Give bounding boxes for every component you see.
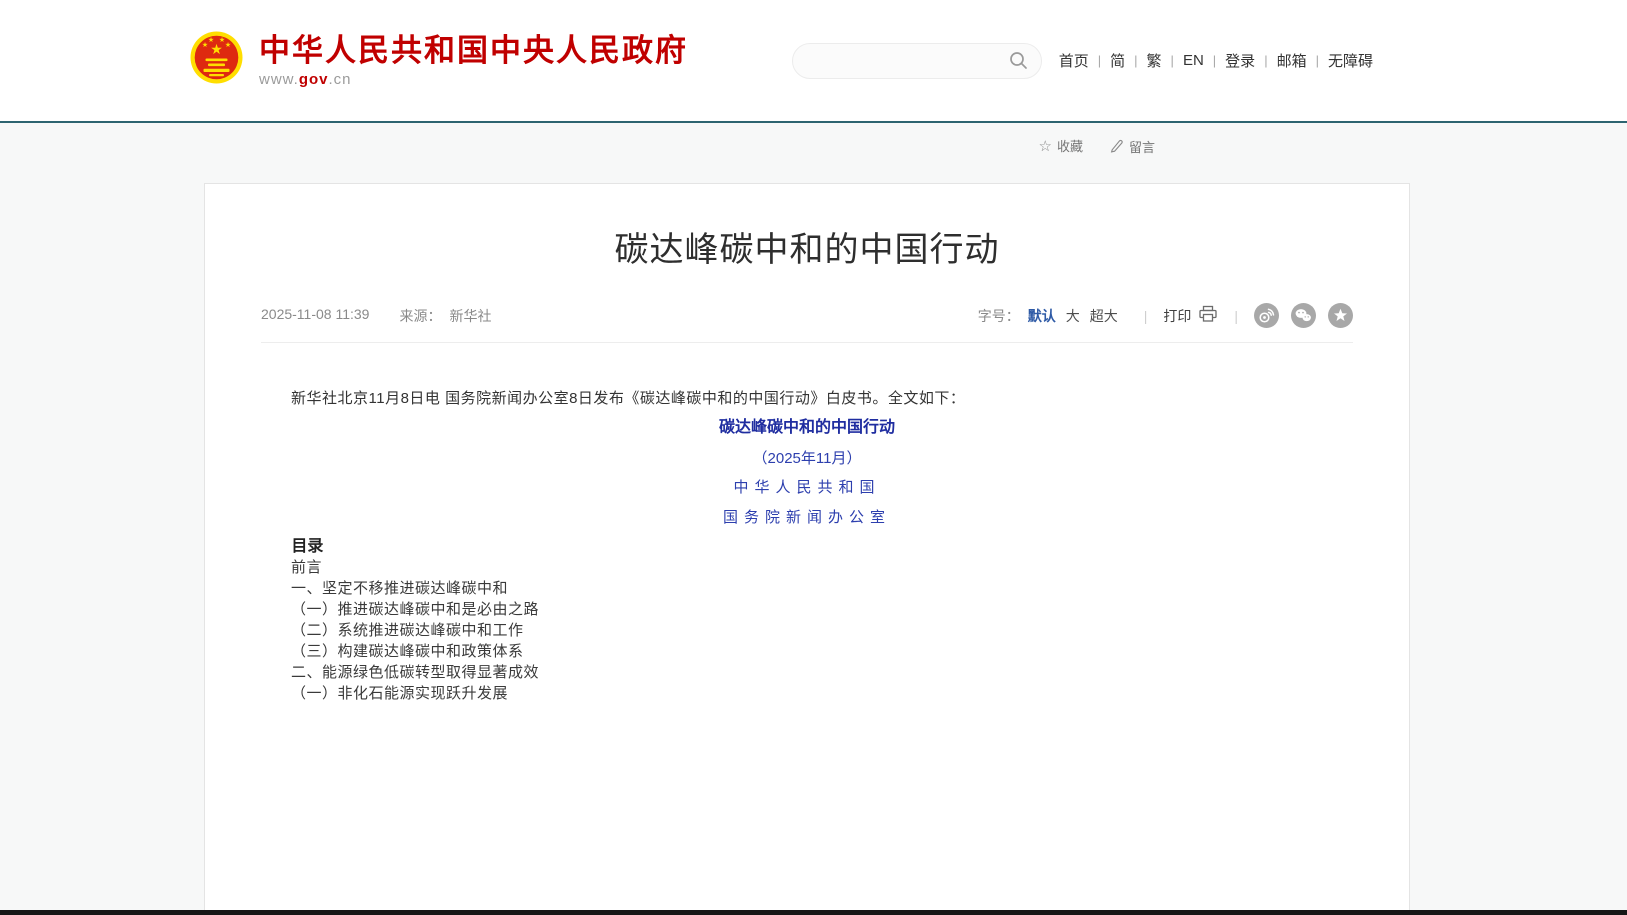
toc-item: （二）系统推进碳达峰碳中和工作 xyxy=(261,619,1353,640)
favorite-label: 收藏 xyxy=(1057,138,1083,156)
toc-item: 前言 xyxy=(261,556,1353,577)
printer-icon xyxy=(1198,305,1218,326)
print-button[interactable]: 打印 xyxy=(1163,305,1218,326)
nav-item-home[interactable]: 首页 xyxy=(1059,50,1089,71)
site-url: www.gov.cn xyxy=(259,71,688,88)
national-emblem-icon: ★ ★ ★ ★ ★ xyxy=(188,30,245,92)
article-meta-row: 2025-11-08 11:39 来源： 新华社 字号： 默认 大 超大 | 打… xyxy=(261,303,1353,328)
toc-item: （一）推进碳达峰碳中和是必由之路 xyxy=(261,598,1353,619)
document-org-line2: 国务院新闻办公室 xyxy=(261,503,1353,532)
weibo-share-icon[interactable] xyxy=(1254,303,1279,328)
article-body: 新华社北京11月8日电 国务院新闻办公室8日发布《碳达峰碳中和的中国行动》白皮书… xyxy=(261,385,1353,703)
document-title: 碳达峰碳中和的中国行动 xyxy=(261,412,1353,444)
document-org-line1: 中华人民共和国 xyxy=(261,473,1353,502)
top-nav: 首页 | 简 | 繁 | EN | 登录 | 邮箱 | 无障碍 xyxy=(1059,50,1373,71)
nav-separator: | xyxy=(1171,53,1174,68)
page-body: ☆ 收藏 留言 碳达峰碳中和的中国行动 2025-11-08 11:39 来源：… xyxy=(0,123,1627,915)
star-outline-icon: ☆ xyxy=(1039,138,1052,156)
fontsize-option-xlarge[interactable]: 超大 xyxy=(1090,306,1118,326)
nav-item-traditional[interactable]: 繁 xyxy=(1147,50,1162,71)
article-source: 来源： 新华社 xyxy=(399,306,491,326)
source-value: 新华社 xyxy=(449,306,491,326)
fontsize-option-default[interactable]: 默认 xyxy=(1028,306,1056,326)
screenshot-bottom-edge xyxy=(0,910,1627,915)
pen-icon xyxy=(1109,138,1124,158)
toc-item: （一）非化石能源实现跃升发展 xyxy=(261,682,1353,703)
message-label: 留言 xyxy=(1129,139,1155,157)
toc-item: 二、能源绿色低碳转型取得显著成效 xyxy=(261,661,1353,682)
site-title: 中华人民共和国中央人民政府 xyxy=(259,33,688,69)
action-row: ☆ 收藏 留言 xyxy=(0,123,1627,183)
header-right: 首页 | 简 | 繁 | EN | 登录 | 邮箱 | 无障碍 xyxy=(792,43,1373,79)
nav-separator: | xyxy=(1213,53,1216,68)
nav-item-english[interactable]: EN xyxy=(1183,52,1204,69)
site-header: ★ ★ ★ ★ ★ 中华人民共和国中央人民政府 www.gov.cn xyxy=(0,0,1627,121)
search-box xyxy=(792,43,1042,79)
meta-divider xyxy=(261,342,1353,343)
nav-item-accessibility[interactable]: 无障碍 xyxy=(1328,50,1373,71)
search-input[interactable] xyxy=(809,52,1008,70)
message-button[interactable]: 留言 xyxy=(1109,138,1155,158)
print-label: 打印 xyxy=(1163,306,1191,326)
nav-separator: | xyxy=(1134,53,1137,68)
nav-item-simplified[interactable]: 简 xyxy=(1110,50,1125,71)
toc-item: 一、坚定不移推进碳达峰碳中和 xyxy=(261,577,1353,598)
fontsize-label: 字号： xyxy=(978,306,1020,326)
nav-separator: | xyxy=(1316,53,1319,68)
nav-separator: | xyxy=(1264,53,1267,68)
article-container: 碳达峰碳中和的中国行动 2025-11-08 11:39 来源： 新华社 字号：… xyxy=(204,183,1410,913)
document-date: （2025年11月） xyxy=(261,444,1353,473)
fontsize-option-large[interactable]: 大 xyxy=(1066,306,1080,326)
lead-paragraph: 新华社北京11月8日电 国务院新闻办公室8日发布《碳达峰碳中和的中国行动》白皮书… xyxy=(261,385,1353,412)
toc-item: （三）构建碳达峰碳中和政策体系 xyxy=(261,640,1353,661)
nav-item-mail[interactable]: 邮箱 xyxy=(1277,50,1307,71)
article-title: 碳达峰碳中和的中国行动 xyxy=(261,222,1353,271)
nav-separator: | xyxy=(1098,53,1101,68)
favorite-button[interactable]: ☆ 收藏 xyxy=(1039,138,1083,156)
svg-text:★: ★ xyxy=(225,41,231,49)
source-label: 来源： xyxy=(399,306,441,326)
meta-separator: | xyxy=(1144,308,1148,324)
article-meta-right: 字号： 默认 大 超大 | 打印 | xyxy=(978,303,1353,328)
article-datetime: 2025-11-08 11:39 xyxy=(261,306,369,326)
nav-item-login[interactable]: 登录 xyxy=(1225,50,1255,71)
meta-separator: | xyxy=(1234,308,1238,324)
site-logo[interactable]: ★ ★ ★ ★ ★ 中华人民共和国中央人民政府 www.gov.cn xyxy=(188,30,688,92)
share-icons xyxy=(1254,303,1353,328)
article-meta-left: 2025-11-08 11:39 来源： 新华社 xyxy=(261,306,491,326)
toc-heading: 目录 xyxy=(261,532,1353,556)
star-share-icon[interactable] xyxy=(1328,303,1353,328)
search-icon[interactable] xyxy=(1008,50,1029,71)
svg-text:★: ★ xyxy=(208,36,214,44)
wechat-share-icon[interactable] xyxy=(1291,303,1316,328)
